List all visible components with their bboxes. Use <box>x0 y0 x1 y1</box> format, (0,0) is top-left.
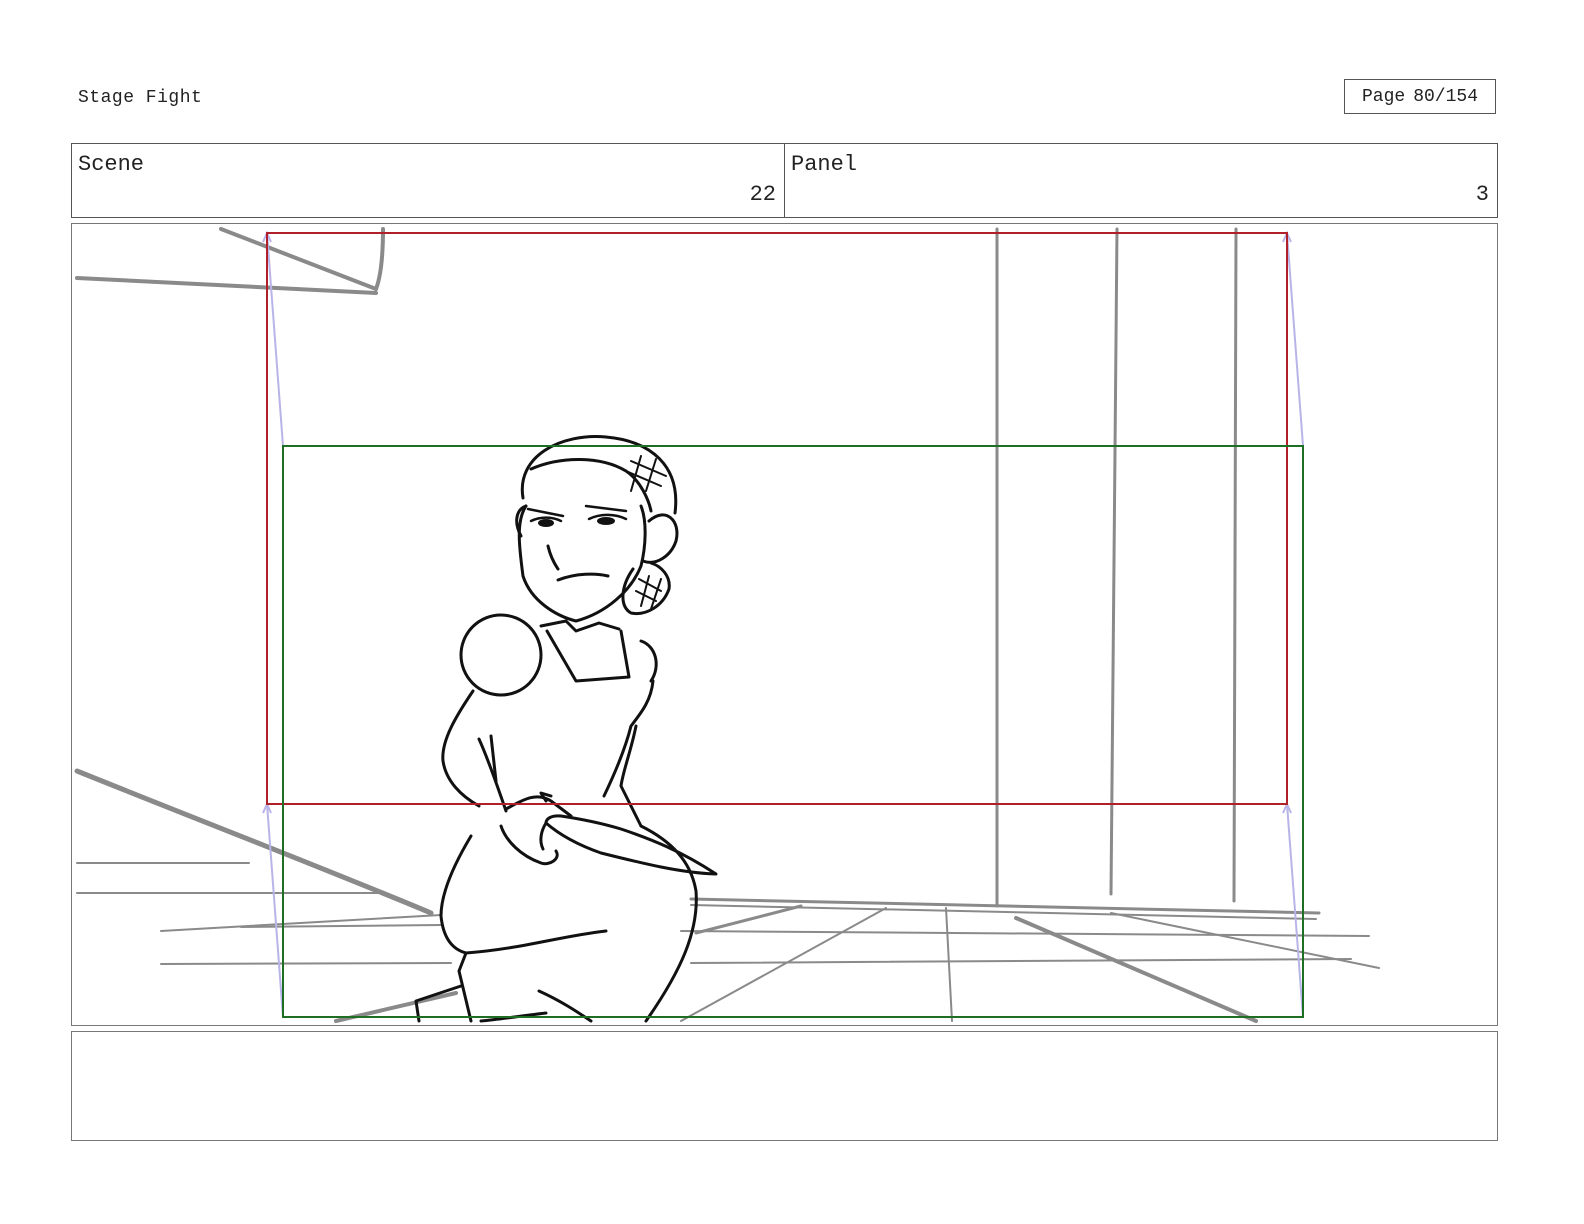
camera-move-path <box>262 230 1304 1018</box>
page-label: Page <box>1361 86 1406 107</box>
panel-notes <box>71 1031 1498 1141</box>
scene-number: 22 <box>749 182 776 207</box>
panel-cell: Panel 3 <box>784 144 1497 217</box>
page-number: 80/154 <box>1413 86 1479 107</box>
character-sketch <box>414 435 718 1023</box>
storyboard-panel <box>71 223 1498 1026</box>
panel-drawing <box>74 227 1380 1023</box>
page-indicator: Page 80/154 <box>1344 79 1496 114</box>
scene-label: Scene <box>78 152 145 177</box>
camera-frame-start <box>266 232 1288 805</box>
scene-panel-header: Scene 22 Panel 3 <box>71 143 1498 218</box>
scene-cell: Scene 22 <box>72 144 784 217</box>
panel-number: 3 <box>1475 182 1489 207</box>
panel-label: Panel <box>791 152 858 177</box>
document-title: Stage Fight <box>78 88 203 108</box>
background-sketch <box>74 227 1380 1023</box>
